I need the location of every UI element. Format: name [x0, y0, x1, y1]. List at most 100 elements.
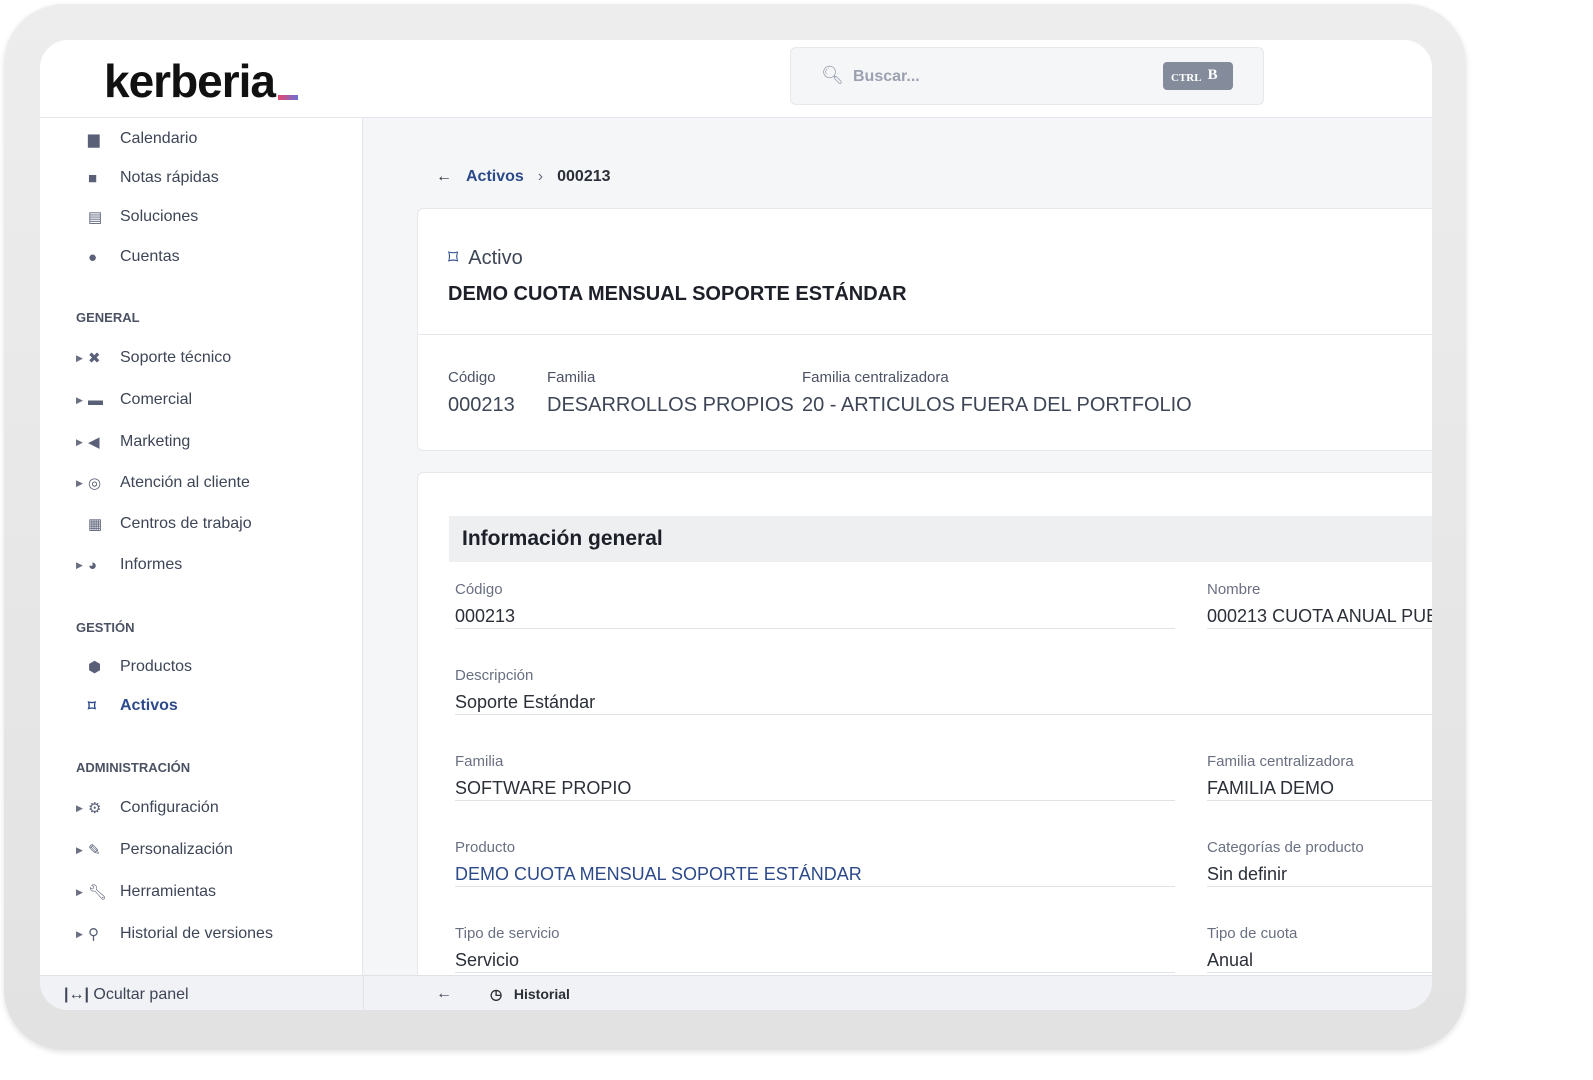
sidebar-item-label: Cuentas	[120, 248, 180, 265]
vector-square-icon: ⌑	[88, 698, 96, 715]
wrench-icon: 🔧︎	[88, 884, 108, 901]
field-familia: Familia SOFTWARE PROPIO	[455, 753, 1175, 801]
gear-icon: ⚙	[88, 800, 102, 817]
field-label: Tipo de servicio	[455, 925, 560, 942]
field-producto: Producto DEMO CUOTA MENSUAL SOPORTE ESTÁN…	[455, 839, 1175, 887]
caret-right-icon: ▶	[76, 559, 83, 570]
history-label: Historial	[513, 986, 570, 1002]
field-descripcion: Descripción Soporte Estándar	[455, 667, 1432, 715]
sidebar-item-cuentas[interactable]: ● Cuentas	[76, 244, 180, 270]
sidebar-item-calendario[interactable]: ▆ Calendario	[76, 126, 197, 152]
field-value: DESARROLLOS PROPIOS	[547, 394, 794, 416]
field-label: Familia	[547, 369, 596, 386]
summary-field-familia: Familia DESARROLLOS PROPIOS	[547, 369, 794, 417]
sitemap-icon: ⚲	[88, 926, 99, 943]
hide-panel-button[interactable]: |↔| Ocultar panel	[64, 986, 189, 1004]
caret-right-icon: ▶	[76, 477, 83, 488]
sidebar-item-informes[interactable]: ▶ ◕ Informes	[76, 552, 182, 578]
field-categorias: Categorías de producto Sin definir	[1207, 839, 1432, 887]
field-label: Familia centralizadora	[1207, 753, 1354, 770]
shortcut-badge: CTRL B	[1163, 62, 1233, 90]
summary-field-codigo: Código 000213	[448, 369, 515, 417]
field-value: Sin definir	[1207, 864, 1288, 884]
caret-right-icon: ▶	[76, 802, 83, 813]
sidebar-item-label: Informes	[120, 556, 183, 573]
search-input[interactable]: 🔍︎ Buscar... CTRL B	[790, 47, 1264, 105]
field-codigo: Código 000213	[455, 581, 1175, 629]
section-header: Información general	[449, 516, 1432, 562]
record-type: ⌑ Activo	[448, 245, 523, 270]
sidebar-item-marketing[interactable]: ▶ ◀ Marketing	[76, 429, 190, 455]
collapse-icon: |↔|	[64, 986, 89, 1003]
app-screen: kerberia 🔍︎ Buscar... CTRL B ▆ Calendario …	[40, 40, 1432, 1010]
chevron-right-icon: ›	[537, 168, 544, 185]
sidebar-item-productos[interactable]: ⬢ Productos	[76, 654, 192, 680]
producto-link[interactable]: DEMO CUOTA MENSUAL SOPORTE ESTÁNDAR	[455, 864, 1175, 885]
sidebar-item-historial-versiones[interactable]: ▶ ⚲ Historial de versiones	[76, 921, 273, 947]
sidebar-item-herramientas[interactable]: ▶ 🔧︎ Herramientas	[76, 879, 216, 905]
sidebar-item-personalizacion[interactable]: ▶ ✎ Personalización	[76, 837, 233, 863]
sidebar-item-soporte[interactable]: ▶ ✖ Soporte técnico	[76, 345, 231, 371]
book-icon: ▤	[88, 209, 103, 226]
shortcut-mod: CTRL	[1171, 72, 1202, 84]
sidebar-item-label: Marketing	[120, 433, 191, 450]
sidebar-item-label: Activos	[120, 697, 178, 714]
sidebar-item-label: Configuración	[120, 799, 219, 816]
briefcase-icon: ▬	[88, 391, 103, 409]
sidebar-item-label: Centros de trabajo	[120, 515, 252, 532]
building-icon: ▦	[88, 516, 103, 533]
breadcrumb-activos-link[interactable]: Activos	[466, 168, 524, 186]
megaphone-icon: ◀	[88, 434, 100, 451]
sidebar-item-soluciones[interactable]: ▤ Soluciones	[76, 204, 198, 230]
field-familia-centralizadora: Familia centralizadora FAMILIA DEMO	[1207, 753, 1432, 801]
field-nombre: Nombre 000213 CUOTA ANUAL PUB	[1207, 581, 1432, 629]
history-button[interactable]: ◷ Historial	[490, 986, 570, 1003]
sidebar-item-label: Productos	[120, 658, 193, 675]
field-label: Tipo de cuota	[1207, 925, 1298, 942]
field-value: Soporte Estándar	[455, 692, 596, 712]
field-tipo-servicio: Tipo de servicio Servicio	[455, 925, 1175, 973]
vector-square-icon: ⌑	[448, 247, 459, 269]
sidebar-item-comercial[interactable]: ▶ ▬ Comercial	[76, 387, 192, 413]
caret-right-icon: ▶	[76, 844, 83, 855]
sidebar-item-label: Notas rápidas	[120, 169, 219, 186]
headset-icon: ◎	[88, 475, 102, 492]
sidebar-item-configuracion[interactable]: ▶ ⚙ Configuración	[76, 795, 219, 821]
field-label: Familia centralizadora	[802, 369, 949, 386]
back-arrow-icon[interactable]: ←	[436, 985, 452, 1003]
field-label: Código	[448, 369, 496, 386]
back-arrow-icon[interactable]: ←	[436, 168, 452, 186]
clock-icon: ◷	[490, 986, 503, 1002]
sidebar-item-centros[interactable]: ▦ Centros de trabajo	[76, 511, 252, 537]
header: kerberia 🔍︎ Buscar... CTRL B	[40, 40, 1432, 118]
breadcrumb-current: 000213	[557, 168, 611, 185]
record-title: DEMO CUOTA MENSUAL SOPORTE ESTÁNDAR	[448, 283, 907, 305]
field-label: Descripción	[455, 667, 534, 684]
pie-chart-icon: ◕	[88, 556, 98, 574]
box-icon: ⬢	[88, 659, 102, 676]
field-label: Categorías de producto	[1207, 839, 1364, 856]
sidebar-item-atencion[interactable]: ▶ ◎ Atención al cliente	[76, 470, 250, 496]
sidebar-item-label: Herramientas	[120, 883, 217, 900]
caret-right-icon: ▶	[76, 352, 83, 363]
section-administracion: ADMINISTRACIÓN	[76, 760, 191, 775]
logo-underscore	[278, 95, 298, 100]
summary-field-familia-centralizadora: Familia centralizadora 20 - ARTICULOS FUE…	[802, 369, 1192, 417]
sidebar-item-label: Personalización	[120, 841, 233, 858]
sidebar-item-label: Atención al cliente	[120, 474, 250, 491]
sidebar-item-activos[interactable]: ⌑ Activos	[76, 693, 178, 719]
field-value: SOFTWARE PROPIO	[455, 778, 632, 798]
shortcut-key: B	[1207, 67, 1218, 83]
field-value: FAMILIA DEMO	[1207, 778, 1335, 798]
search-icon: 🔍︎	[821, 65, 844, 85]
field-value: 000213	[448, 394, 515, 416]
sidebar-item-notas[interactable]: ■ Notas rápidas	[76, 165, 219, 191]
caret-right-icon: ▶	[76, 436, 83, 447]
section-general: GENERAL	[76, 310, 140, 325]
field-value: 000213 CUOTA ANUAL PUB	[1207, 606, 1432, 626]
tools-icon: ✖	[88, 350, 101, 367]
search-placeholder: Buscar...	[853, 68, 920, 85]
summary-card: ⌑ Activo DEMO CUOTA MENSUAL SOPORTE ESTÁN…	[417, 208, 1432, 451]
field-value: Anual	[1207, 950, 1254, 970]
record-type-label: Activo	[468, 247, 523, 269]
